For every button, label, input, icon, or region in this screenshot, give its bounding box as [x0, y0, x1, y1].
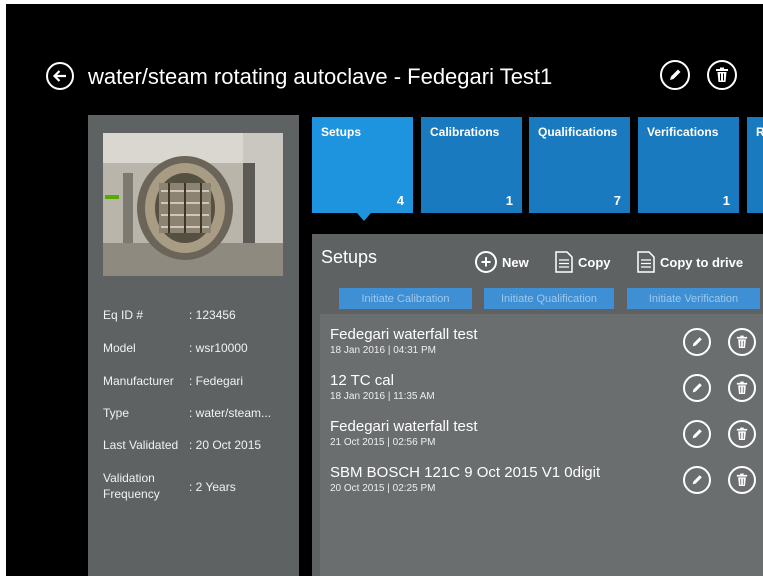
trash-icon	[736, 427, 748, 440]
info-value: : 20 Oct 2015	[189, 438, 262, 452]
delete-item-button[interactable]	[728, 328, 756, 356]
item-title: 12 TC cal	[330, 372, 394, 389]
tile-label: Calibrations	[430, 125, 500, 139]
new-label: New	[502, 254, 529, 270]
page-title: water/steam rotating autoclave - Fedegar…	[88, 64, 553, 89]
app-window: water/steam rotating autoclave - Fedegar…	[6, 4, 763, 576]
list-item[interactable]: Fedegari waterfall test 18 Jan 2016 | 04…	[320, 324, 763, 370]
setups-title: Setups	[321, 247, 378, 267]
info-value: : wsr10000	[189, 341, 248, 355]
copy-label: Copy	[578, 254, 611, 270]
delete-item-button[interactable]	[728, 466, 756, 494]
info-label: Validation Frequency	[103, 471, 160, 501]
copy-to-drive-label: Copy to drive	[660, 254, 744, 270]
info-label: Model	[103, 341, 136, 355]
info-value: : 123456	[189, 308, 236, 322]
delete-equipment-button[interactable]	[707, 60, 737, 90]
item-title: SBM BOSCH 121C 9 Oct 2015 V1 0digit	[330, 464, 601, 481]
item-title: Fedegari waterfall test	[330, 418, 478, 435]
trash-icon	[716, 67, 728, 82]
edit-item-button[interactable]	[683, 374, 711, 402]
setups-panel: Setups + New Copy Copy to drive Initiate…	[312, 234, 763, 576]
tab-setups[interactable]: Setups 4	[312, 117, 413, 213]
tile-count: 7	[613, 193, 621, 208]
equipment-details-panel: Eq ID # : 123456 Model : wsr10000 Manufa…	[88, 115, 299, 576]
back-arrow-icon	[52, 70, 66, 82]
trash-icon	[736, 335, 748, 348]
edit-item-button[interactable]	[683, 420, 711, 448]
tab-qualifications[interactable]: Qualifications 7	[529, 117, 630, 213]
edit-equipment-button[interactable]	[660, 60, 690, 90]
active-tab-pointer	[357, 213, 371, 221]
list-item[interactable]: SBM BOSCH 121C 9 Oct 2015 V1 0digit 20 O…	[320, 462, 763, 508]
trash-icon	[736, 473, 748, 486]
tab-calibrations[interactable]: Calibrations 1	[421, 117, 522, 213]
info-value: : 2 Years	[189, 480, 236, 494]
info-value: : water/steam...	[189, 406, 272, 420]
info-label: Last Validated	[103, 438, 179, 452]
item-date: 18 Jan 2016 | 04:31 PM	[330, 345, 437, 356]
copy-to-drive-button[interactable]: Copy to drive	[637, 251, 743, 273]
list-item[interactable]: 12 TC cal 18 Jan 2016 | 11:35 AM	[320, 370, 763, 416]
new-button[interactable]: + New	[475, 251, 529, 273]
list-item[interactable]: Fedegari waterfall test 21 Oct 2015 | 02…	[320, 416, 763, 462]
edit-item-button[interactable]	[683, 466, 711, 494]
back-button[interactable]	[46, 62, 74, 90]
tile-label: Qualifications	[538, 125, 618, 139]
pencil-icon	[692, 383, 702, 393]
info-label: Manufacturer	[103, 374, 174, 388]
copy-button[interactable]: Copy	[555, 251, 611, 273]
pencil-icon	[670, 69, 681, 80]
trash-icon	[736, 381, 748, 394]
plus-icon: +	[475, 251, 497, 273]
tile-label: R	[756, 125, 763, 139]
pencil-icon	[692, 429, 702, 439]
tab-verifications[interactable]: Verifications 1	[638, 117, 739, 213]
info-label: Type	[103, 406, 130, 420]
tile-count: 1	[505, 193, 513, 208]
document-icon	[637, 251, 655, 273]
info-value: : Fedegari	[189, 374, 244, 388]
equipment-photo	[103, 133, 283, 276]
tile-count: 1	[722, 193, 730, 208]
tile-count: 4	[396, 193, 404, 208]
initiate-calibration-button[interactable]: Initiate Calibration	[339, 288, 472, 309]
setups-list: Fedegari waterfall test 18 Jan 2016 | 04…	[320, 314, 763, 576]
initiate-verification-button[interactable]: Initiate Verification	[627, 288, 760, 309]
item-date: 21 Oct 2015 | 02:56 PM	[330, 437, 436, 448]
item-date: 18 Jan 2016 | 11:35 AM	[330, 391, 435, 402]
item-date: 20 Oct 2015 | 02:25 PM	[330, 483, 436, 494]
initiate-qualification-button[interactable]: Initiate Qualification	[484, 288, 614, 309]
tile-label: Verifications	[647, 125, 719, 139]
tab-reports[interactable]: R	[747, 117, 763, 213]
pencil-icon	[692, 337, 702, 347]
edit-item-button[interactable]	[683, 328, 711, 356]
info-label: Eq ID #	[103, 308, 144, 322]
delete-item-button[interactable]	[728, 420, 756, 448]
item-title: Fedegari waterfall test	[330, 326, 478, 343]
pencil-icon	[692, 475, 702, 485]
delete-item-button[interactable]	[728, 374, 756, 402]
tile-label: Setups	[321, 125, 362, 139]
document-icon	[555, 251, 573, 273]
